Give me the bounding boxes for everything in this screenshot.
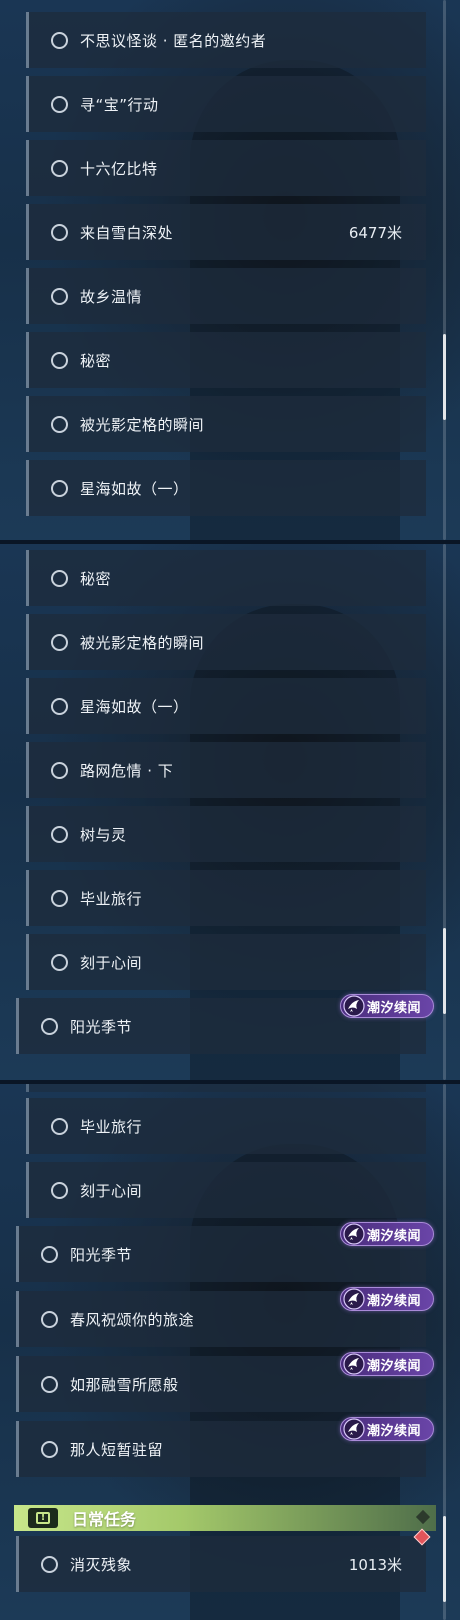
quest-name: 星海如故（一） — [80, 697, 189, 716]
quest-name: 毕业旅行 — [80, 889, 143, 908]
quest-name: 被光影定格的瞬间 — [80, 415, 205, 434]
scrollbar-thumb[interactable] — [443, 334, 446, 420]
circle-outline-icon — [51, 953, 68, 971]
quest-row[interactable]: 刻于心间 — [26, 1162, 426, 1218]
badge-label: 潮汐续闻 — [367, 1358, 422, 1374]
quest-distance: 6477米 — [348, 223, 402, 242]
circle-outline-icon — [51, 889, 68, 907]
circle-outline-icon — [51, 633, 68, 651]
circle-outline-icon — [41, 1017, 58, 1035]
quest-name: 来自雪白深处 — [80, 223, 174, 242]
scrollbar[interactable] — [443, 0, 446, 540]
circle-outline-icon — [51, 351, 68, 369]
quest-name: 寻“宝”行动 — [80, 95, 159, 114]
badge-label: 潮汐续闻 — [367, 1000, 422, 1016]
quest-row[interactable]: 寻“宝”行动 — [26, 76, 426, 132]
circle-outline-icon — [41, 1310, 58, 1328]
quest-row[interactable]: 路网危情 · 下 — [26, 742, 426, 798]
exclamation-box-icon: ! — [28, 1508, 58, 1528]
quest-name: 树与灵 — [80, 825, 127, 844]
quest-distance: 1013米 — [348, 1555, 402, 1574]
circle-outline-icon — [41, 1555, 58, 1573]
quest-row[interactable]: 秘密 — [26, 550, 426, 606]
tidal-emblem-icon — [343, 1418, 365, 1440]
tidal-event-badge: 潮汐续闻 — [340, 1287, 434, 1311]
tidal-emblem-icon — [343, 1353, 365, 1375]
circle-outline-icon — [51, 761, 68, 779]
tidal-event-badge: 潮汐续闻 — [340, 1417, 434, 1441]
quest-name: 十六亿比特 — [80, 159, 158, 178]
quest-row-partial — [26, 1084, 426, 1092]
circle-outline-icon — [41, 1440, 58, 1458]
quest-name: 秘密 — [80, 569, 112, 588]
quest-name: 毕业旅行 — [80, 1117, 143, 1136]
scrollbar-thumb[interactable] — [443, 928, 446, 1014]
badge-label: 潮汐续闻 — [367, 1293, 422, 1309]
tidal-event-badge: 潮汐续闻 — [340, 1222, 434, 1246]
quest-name: 阳光季节 — [70, 1245, 133, 1264]
circle-outline-icon — [51, 825, 68, 843]
circle-outline-icon — [51, 1181, 68, 1199]
quest-row[interactable]: 来自雪白深处 6477米 — [26, 204, 426, 260]
quest-row[interactable]: 星海如故（一） — [26, 678, 426, 734]
quest-row[interactable]: 毕业旅行 — [26, 1098, 426, 1154]
circle-outline-icon — [51, 95, 68, 113]
quest-name: 刻于心间 — [80, 1181, 143, 1200]
quest-name: 春风祝颂你的旅途 — [70, 1310, 195, 1329]
scrollbar[interactable] — [443, 1084, 446, 1620]
quest-row[interactable]: 刻于心间 — [26, 934, 426, 990]
quest-name: 那人短暂驻留 — [70, 1440, 164, 1459]
quest-list-panel-1: 不思议怪谈 · 匿名的邀约者 寻“宝”行动 十六亿比特 来自雪白深处 6477米… — [0, 0, 460, 540]
quest-name: 被光影定格的瞬间 — [80, 633, 205, 652]
quest-name: 刻于心间 — [80, 953, 143, 972]
quest-row[interactable]: 十六亿比特 — [26, 140, 426, 196]
badge-label: 潮汐续闻 — [367, 1228, 422, 1244]
badge-label: 潮汐续闻 — [367, 1423, 422, 1439]
tidal-emblem-icon — [343, 1223, 365, 1245]
circle-outline-icon — [51, 223, 68, 241]
quest-list-panel-2: 秘密 被光影定格的瞬间 星海如故（一） 路网危情 · 下 树与灵 毕业旅行 刻于… — [0, 544, 460, 1080]
circle-outline-icon — [41, 1245, 58, 1263]
quest-row[interactable]: 秘密 — [26, 332, 426, 388]
quest-name: 秘密 — [80, 351, 112, 370]
daily-tasks-header[interactable]: ! 日常任务 — [14, 1505, 436, 1531]
tidal-event-badge: 潮汐续闻 — [340, 994, 434, 1018]
circle-outline-icon — [51, 697, 68, 715]
quest-name: 不思议怪谈 · 匿名的邀约者 — [80, 31, 267, 50]
circle-outline-icon — [41, 1375, 58, 1393]
quest-name: 消灭残象 — [70, 1555, 133, 1574]
tidal-emblem-icon — [343, 1288, 365, 1310]
quest-row[interactable]: 星海如故（一） — [26, 460, 426, 516]
quest-name: 星海如故（一） — [80, 479, 189, 498]
tidal-event-badge: 潮汐续闻 — [340, 1352, 434, 1376]
quest-name: 故乡温情 — [80, 287, 143, 306]
quest-row[interactable]: 被光影定格的瞬间 — [26, 614, 426, 670]
scrollbar-thumb[interactable] — [443, 1516, 446, 1602]
tidal-emblem-icon — [343, 995, 365, 1017]
circle-outline-icon — [51, 1117, 68, 1135]
circle-outline-icon — [51, 287, 68, 305]
circle-outline-icon — [51, 479, 68, 497]
circle-outline-icon — [51, 415, 68, 433]
scrollbar[interactable] — [443, 544, 446, 1080]
quest-row[interactable]: 故乡温情 — [26, 268, 426, 324]
circle-outline-icon — [51, 159, 68, 177]
quest-row[interactable]: 不思议怪谈 · 匿名的邀约者 — [26, 12, 426, 68]
quest-name: 阳光季节 — [70, 1017, 133, 1036]
quest-row[interactable]: 被光影定格的瞬间 — [26, 396, 426, 452]
circle-outline-icon — [51, 31, 68, 49]
quest-name: 如那融雪所愿般 — [70, 1375, 179, 1394]
daily-quest-row[interactable]: 消灭残象 1013米 — [16, 1536, 426, 1592]
circle-outline-icon — [51, 569, 68, 587]
quest-name: 路网危情 · 下 — [80, 761, 174, 780]
quest-row[interactable]: 毕业旅行 — [26, 870, 426, 926]
pin-icon — [415, 1509, 431, 1525]
daily-tasks-title: 日常任务 — [72, 1510, 137, 1529]
quest-row[interactable]: 树与灵 — [26, 806, 426, 862]
